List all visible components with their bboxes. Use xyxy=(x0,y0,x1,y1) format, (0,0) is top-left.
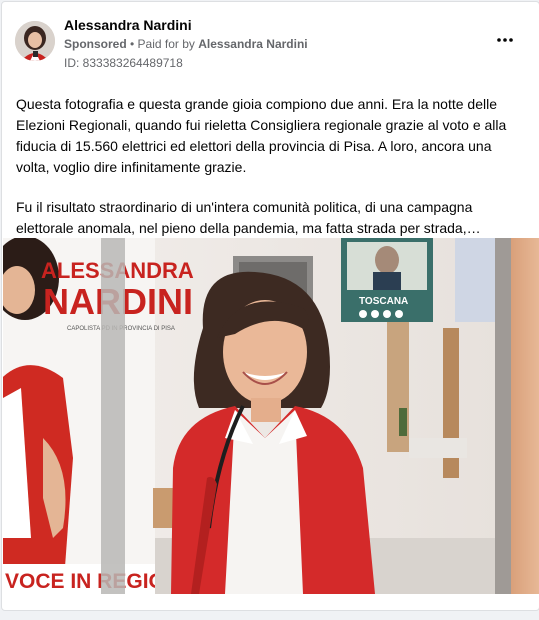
paid-for-prefix: Paid for by xyxy=(137,37,199,51)
ad-post-card: Alessandra Nardini Sponsored • Paid for … xyxy=(1,1,539,611)
more-horizontal-icon xyxy=(497,38,513,42)
ad-id: ID: 833383264489718 xyxy=(64,56,183,70)
more-options-button[interactable] xyxy=(491,28,519,52)
meta-separator: • xyxy=(126,37,138,51)
author-name[interactable]: Alessandra Nardini xyxy=(64,17,192,33)
sponsored-label[interactable]: Sponsored xyxy=(64,37,127,51)
post-photo[interactable]: ALESSANDRA NARDINI CAPOLISTA PD IN PROVI… xyxy=(3,238,539,594)
post-paragraph: Questa fotografia e questa grande gioia … xyxy=(16,96,507,175)
paid-for-name: Alessandra Nardini xyxy=(198,37,308,51)
post-text: Questa fotografia e questa grande gioia … xyxy=(2,82,539,239)
sponsored-line: Sponsored • Paid for by Alessandra Nardi… xyxy=(64,37,308,51)
post-header: Alessandra Nardini Sponsored • Paid for … xyxy=(2,2,539,82)
avatar-image xyxy=(15,21,55,61)
poster-title: TOSCANA xyxy=(359,296,408,307)
campaign-photo: ALESSANDRA NARDINI CAPOLISTA PD IN PROVI… xyxy=(3,238,539,594)
author-avatar[interactable] xyxy=(15,21,55,61)
post-paragraph: Fu il risultato straordinario di un'inte… xyxy=(16,199,481,236)
